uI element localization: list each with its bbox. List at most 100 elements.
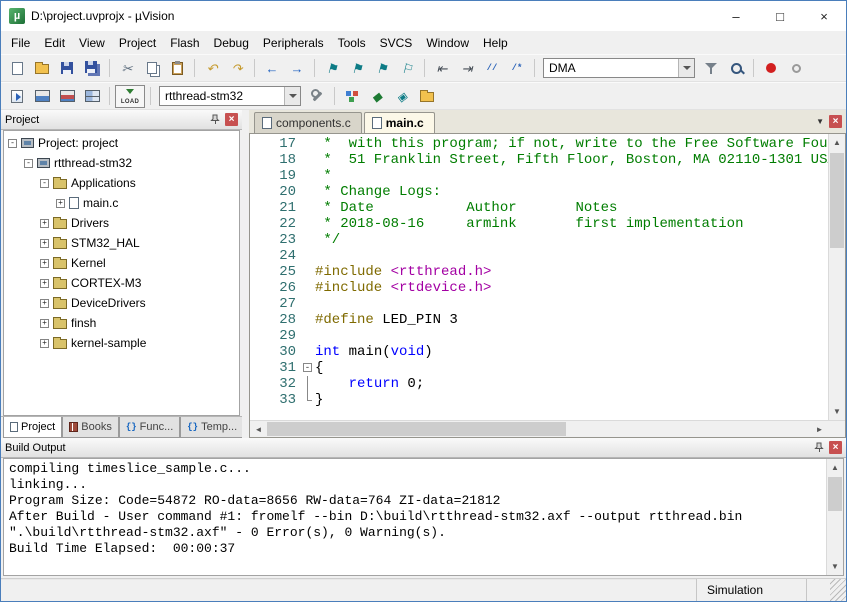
download-button[interactable]: LOAD — [115, 85, 145, 108]
tree-item[interactable]: +CORTEX-M3 — [4, 273, 239, 293]
expand-icon[interactable]: + — [40, 299, 49, 308]
open-file-button[interactable] — [30, 56, 54, 80]
save-button[interactable] — [55, 56, 79, 80]
cut-button[interactable]: ✂ — [115, 56, 139, 80]
chevron-down-icon[interactable] — [284, 87, 300, 105]
indent-button[interactable]: ⇥ — [455, 56, 479, 80]
menu-svcs[interactable]: SVCS — [373, 33, 420, 53]
collapse-icon[interactable]: - — [8, 139, 17, 148]
editor-horizontal-scrollbar[interactable]: ◄ ► — [250, 420, 845, 437]
collapse-icon[interactable]: - — [24, 159, 33, 168]
close-button[interactable]: × — [802, 1, 846, 31]
manage-rte-button[interactable]: ◆ — [365, 84, 389, 108]
menu-peripherals[interactable]: Peripherals — [256, 33, 331, 53]
title-bar[interactable]: µ D:\project.uvprojx - µVision – □ × — [1, 1, 846, 31]
close-document-icon[interactable]: × — [829, 115, 842, 128]
build-output-close-icon[interactable]: × — [829, 441, 842, 454]
pack-installer-button[interactable]: ◈ — [390, 84, 414, 108]
undo-button[interactable]: ↶ — [200, 56, 224, 80]
save-all-button[interactable] — [80, 56, 104, 80]
scroll-left-icon[interactable]: ◄ — [250, 421, 267, 437]
scroll-down-icon[interactable]: ▼ — [827, 558, 843, 575]
expand-icon[interactable]: + — [40, 259, 49, 268]
navigate-back-button[interactable]: ← — [260, 56, 284, 80]
expand-icon[interactable]: + — [40, 339, 49, 348]
menu-tools[interactable]: Tools — [331, 33, 373, 53]
expand-icon[interactable]: + — [56, 199, 65, 208]
target-options-button[interactable] — [305, 84, 329, 108]
expand-icon[interactable]: + — [40, 279, 49, 288]
minimize-button[interactable]: – — [714, 1, 758, 31]
collapse-icon[interactable]: - — [40, 179, 49, 188]
menu-help[interactable]: Help — [476, 33, 515, 53]
tree-item[interactable]: +kernel-sample — [4, 333, 239, 353]
tree-item[interactable]: -rtthread-stm32 — [4, 153, 239, 173]
search-button[interactable] — [724, 56, 748, 80]
navigate-forward-button[interactable]: → — [285, 56, 309, 80]
fold-collapse-icon[interactable]: - — [302, 360, 315, 376]
redo-button[interactable]: ↷ — [225, 56, 249, 80]
tree-item[interactable]: +Kernel — [4, 253, 239, 273]
target-select-combo[interactable]: rtthread-stm32 — [159, 86, 301, 106]
disable-breakpoint-button[interactable] — [784, 56, 808, 80]
find-in-files-button[interactable] — [699, 56, 723, 80]
tree-item[interactable]: +main.c — [4, 193, 239, 213]
build-output-scrollbar[interactable]: ▲ ▼ — [826, 459, 843, 575]
translate-file-button[interactable] — [5, 84, 29, 108]
editor-hscroll-thumb[interactable] — [267, 422, 566, 436]
tab-list-chevron-icon[interactable]: ▼ — [816, 117, 824, 126]
editor-vertical-scrollbar[interactable]: ▲ ▼ — [828, 134, 845, 420]
bookmark-toggle-button[interactable]: ⚑ — [320, 56, 344, 80]
comment-button[interactable]: // — [480, 56, 504, 80]
batch-build-button[interactable] — [80, 84, 104, 108]
bookmark-clear-button[interactable]: ⚐ — [395, 56, 419, 80]
panel-tab-books[interactable]: Books — [62, 417, 119, 438]
editor-vscroll-thumb[interactable] — [830, 153, 844, 248]
find-combo[interactable]: DMA — [543, 58, 695, 78]
manage-project-items-button[interactable] — [340, 84, 364, 108]
editor-hscroll-track[interactable] — [267, 421, 811, 437]
project-tree[interactable]: -Project: project-rtthread-stm32-Applica… — [3, 130, 240, 416]
code-editor[interactable]: 17 * with this program; if not, write to… — [250, 134, 828, 420]
project-panel-close-icon[interactable]: × — [225, 113, 238, 126]
tree-item[interactable]: -Applications — [4, 173, 239, 193]
scroll-up-icon[interactable]: ▲ — [827, 459, 843, 476]
vertical-splitter[interactable] — [242, 110, 249, 438]
expand-icon[interactable]: + — [40, 239, 49, 248]
menu-debug[interactable]: Debug — [207, 33, 256, 53]
tree-item[interactable]: +Drivers — [4, 213, 239, 233]
rebuild-button[interactable] — [55, 84, 79, 108]
scroll-down-icon[interactable]: ▼ — [829, 403, 845, 420]
menu-view[interactable]: View — [72, 33, 112, 53]
resize-grip[interactable] — [830, 579, 846, 601]
chevron-down-icon[interactable] — [678, 59, 694, 77]
build-button[interactable] — [30, 84, 54, 108]
panel-tab-temp[interactable]: {}Temp... — [180, 417, 244, 438]
panel-tab-project[interactable]: Project — [3, 417, 62, 438]
copy-button[interactable] — [140, 56, 164, 80]
new-file-button[interactable] — [5, 56, 29, 80]
tree-item[interactable]: +STM32_HAL — [4, 233, 239, 253]
paste-button[interactable] — [165, 56, 189, 80]
menu-edit[interactable]: Edit — [37, 33, 72, 53]
uncomment-button[interactable]: /* — [505, 56, 529, 80]
editor-tab-main-c[interactable]: main.c — [364, 112, 435, 133]
scroll-right-icon[interactable]: ► — [811, 421, 828, 437]
tree-item[interactable]: +DeviceDrivers — [4, 293, 239, 313]
menu-flash[interactable]: Flash — [163, 33, 206, 53]
panel-tab-func[interactable]: {}Func... — [119, 417, 180, 438]
build-output-text[interactable]: compiling timeslice_sample.c...linking..… — [4, 459, 826, 575]
tree-item[interactable]: +finsh — [4, 313, 239, 333]
menu-project[interactable]: Project — [112, 33, 163, 53]
app-icon[interactable]: µ — [9, 8, 25, 24]
pin-icon[interactable] — [210, 114, 221, 125]
maximize-button[interactable]: □ — [758, 1, 802, 31]
expand-icon[interactable]: + — [40, 219, 49, 228]
tree-item[interactable]: -Project: project — [4, 133, 239, 153]
pin-icon[interactable] — [814, 442, 825, 453]
bookmark-prev-button[interactable]: ⚑ — [345, 56, 369, 80]
expand-icon[interactable]: + — [40, 319, 49, 328]
books-window-button[interactable] — [415, 84, 439, 108]
scroll-up-icon[interactable]: ▲ — [829, 134, 845, 151]
menu-window[interactable]: Window — [419, 33, 476, 53]
